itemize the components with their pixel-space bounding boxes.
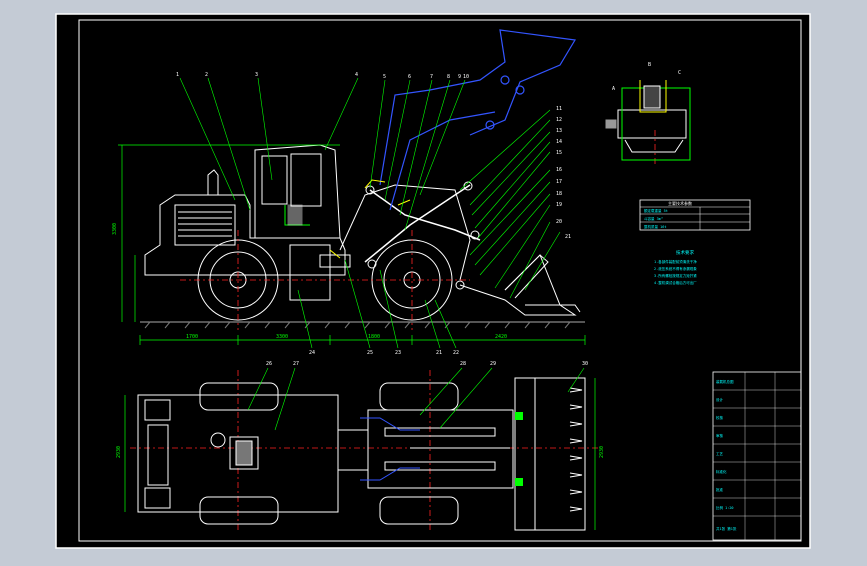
tech-note-2: 2.液压系统不得有渗漏现象	[654, 266, 697, 271]
title-row-9: 共1张 第1张	[716, 526, 737, 531]
title-row-8: 比例 1:20	[716, 505, 734, 510]
detail-callout-a: A	[612, 86, 615, 92]
callout-23: 23	[395, 350, 401, 356]
callout-30: 30	[582, 361, 588, 367]
callout-11: 11	[556, 106, 562, 112]
callout-18: 18	[556, 191, 562, 197]
dim-height: 3300	[112, 223, 118, 235]
callout-26: 26	[266, 361, 272, 367]
dim-length-4: 2420	[495, 334, 507, 340]
callout-21: 21	[565, 234, 571, 240]
tech-note-4: 4.整机调试合格后方可出厂	[654, 280, 697, 285]
callout-8: 8	[447, 74, 450, 80]
callout-13: 13	[556, 128, 562, 134]
callout-19: 19	[556, 202, 562, 208]
dim-width: 2930	[116, 446, 122, 458]
title-row-2: 设计	[716, 397, 724, 402]
callout-25: 25	[367, 350, 373, 356]
callout-22: 22	[453, 350, 459, 356]
callout-9: 9	[458, 74, 461, 80]
callout-12: 12	[556, 117, 562, 123]
callout-15: 15	[556, 150, 562, 156]
dim-length-2: 3300	[276, 334, 288, 340]
title-row-3: 校核	[716, 415, 724, 420]
cad-drawing: 3300 1700 3300 1800 2420 2930 2930 1 2 3…	[55, 13, 811, 549]
spec-row-3: 整机质量 16t	[644, 224, 666, 229]
callout-17: 17	[556, 179, 562, 185]
callout-b21: 21	[436, 350, 442, 356]
title-row-5: 工艺	[716, 451, 724, 456]
tech-notes-title: 技术要求	[676, 249, 694, 256]
spec-row-2: 斗容量 3m³	[644, 216, 663, 221]
control-box	[287, 204, 303, 226]
callout-14: 14	[556, 139, 562, 145]
cad-viewport: 3300 1700 3300 1800 2420 2930 2930 1 2 3…	[0, 0, 867, 562]
callout-2: 2	[205, 72, 208, 78]
callout-4: 4	[355, 72, 358, 78]
detail-callout-b: B	[648, 62, 651, 68]
detail-seal	[605, 119, 617, 129]
title-row-6: 标准化	[716, 469, 727, 474]
dim-length-3: 1800	[368, 334, 380, 340]
callout-29: 29	[490, 361, 496, 367]
callout-24: 24	[309, 350, 315, 356]
detail-callout-c: C	[678, 70, 681, 76]
title-row-4: 审核	[716, 433, 724, 438]
callout-5: 5	[383, 74, 386, 80]
spec-table-title: 主要技术参数	[668, 200, 692, 206]
dim-bucket-width: 2930	[599, 446, 605, 458]
callout-10: 10	[463, 74, 469, 80]
callout-1: 1	[176, 72, 179, 78]
plan-cab-hatch	[235, 440, 253, 466]
tech-note-3: 3.所有螺栓按规定力矩拧紧	[654, 273, 697, 278]
title-row-7: 批准	[716, 487, 724, 492]
spec-row-1: 额定载重量 5t	[644, 208, 668, 213]
callout-27: 27	[293, 361, 299, 367]
callout-20: 20	[556, 219, 562, 225]
title-row-1: 装载机总图	[716, 379, 734, 384]
callout-3: 3	[255, 72, 258, 78]
detail-pin-section	[643, 85, 661, 109]
callout-28: 28	[460, 361, 466, 367]
callout-16: 16	[556, 167, 562, 173]
dim-length-1: 1700	[186, 334, 198, 340]
tech-note-1: 1.各部件装配前须清洗干净	[654, 259, 697, 264]
callout-7: 7	[430, 74, 433, 80]
callout-6: 6	[408, 74, 411, 80]
drawing-sheet	[55, 13, 811, 549]
